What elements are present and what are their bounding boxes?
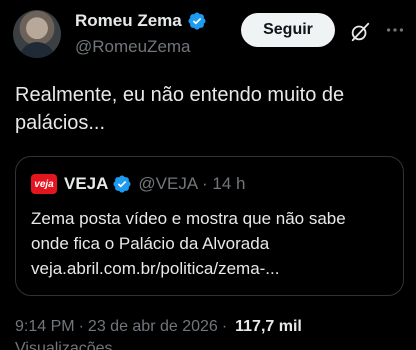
tweet-header: Romeu Zema @RomeuZema Seguir xyxy=(0,0,416,70)
verified-badge-icon xyxy=(113,175,131,193)
views-label: Visualizações xyxy=(15,340,113,350)
verified-badge-icon xyxy=(188,12,206,30)
author-name-row[interactable]: Romeu Zema xyxy=(75,11,207,31)
separator-dot: · xyxy=(78,318,84,335)
quoted-tweet-text: Zema posta vídeo e mostra que não sabe o… xyxy=(31,206,396,281)
avatar-shirt xyxy=(19,42,55,58)
quoted-tweet-card[interactable]: veja VEJA @VEJA · 14 h Zema posta vídeo … xyxy=(15,156,404,296)
quoted-author-name: VEJA xyxy=(64,174,109,193)
tweet-time[interactable]: 9:14 PM xyxy=(15,318,75,336)
author-handle[interactable]: @RomeuZema xyxy=(75,37,191,57)
quoted-link[interactable]: veja.abril.com.br/politica/zema-... xyxy=(31,256,396,281)
quoted-text-line: Zema posta vídeo e mostra que não sabe xyxy=(31,209,346,228)
views-count: 117,7 mil xyxy=(235,318,302,335)
separator-dot: · xyxy=(221,318,228,335)
tweet-date[interactable]: 23 de abr de 2026 xyxy=(88,318,218,336)
author-display-name[interactable]: Romeu Zema xyxy=(75,11,182,31)
veja-logo: veja xyxy=(31,174,57,194)
avatar[interactable] xyxy=(13,10,61,58)
quoted-text-line: onde fica o Palácio da Alvorada xyxy=(31,234,270,253)
quoted-tweet-header: veja VEJA @VEJA · 14 h xyxy=(31,174,245,194)
quoted-handle-time: @VEJA · 14 h xyxy=(138,174,246,193)
follow-button[interactable]: Seguir xyxy=(241,13,335,47)
grok-icon[interactable] xyxy=(349,21,371,43)
tweet-meta: 9:14 PM · 23 de abr de 2026 · 117,7 mil xyxy=(15,318,302,336)
tweet-text: Realmente, eu não entendo muito de palác… xyxy=(15,84,345,134)
more-horizontal-icon[interactable] xyxy=(384,19,406,41)
